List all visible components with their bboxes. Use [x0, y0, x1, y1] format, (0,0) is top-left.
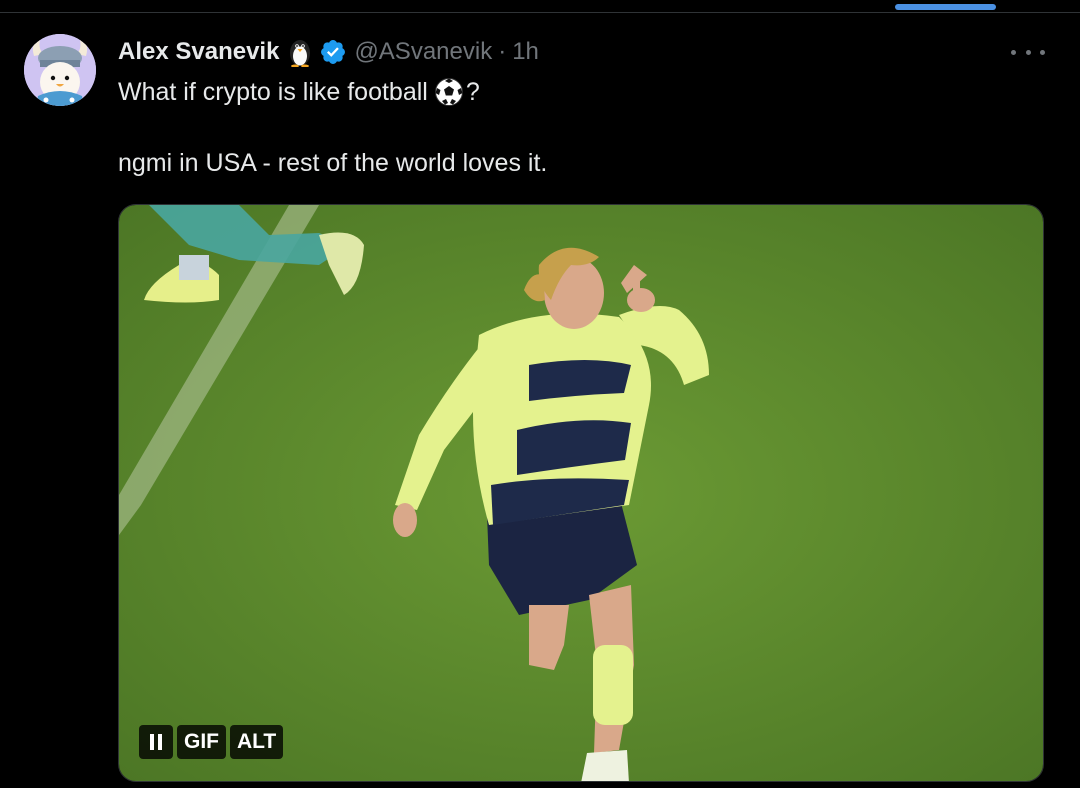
alt-text-button[interactable]: ALT — [230, 725, 284, 759]
tab-active-indicator — [895, 4, 996, 10]
avatar[interactable] — [24, 34, 96, 106]
tweet-gif-media[interactable]: GIF ALT — [118, 204, 1044, 782]
more-options-icon[interactable] — [1011, 42, 1045, 62]
display-name[interactable]: Alex Svanevik — [118, 38, 279, 66]
media-controls: GIF ALT — [139, 725, 284, 759]
gif-badge: GIF — [177, 725, 226, 759]
user-handle[interactable]: @ASvanevik — [354, 38, 492, 66]
verified-badge-icon[interactable] — [319, 38, 347, 66]
tweet-text-line2: ngmi in USA - rest of the world loves it… — [118, 148, 548, 177]
tweet-text-part: What if crypto is like football — [118, 77, 428, 106]
pause-icon[interactable] — [139, 725, 173, 759]
tweet-header: Alex Svanevik @ASvanevik · 1h — [118, 36, 539, 68]
tweet-text-line1: What if crypto is like football ? — [118, 74, 480, 110]
tweet-text-question-mark: ? — [465, 77, 480, 106]
penguin-avatar-icon — [24, 34, 96, 106]
separator-dot: · — [498, 38, 507, 65]
penguin-icon — [287, 37, 313, 68]
gif-frame-image — [119, 205, 1043, 781]
tweet-timestamp[interactable]: 1h — [512, 38, 539, 66]
soccer-ball-icon — [434, 77, 464, 107]
